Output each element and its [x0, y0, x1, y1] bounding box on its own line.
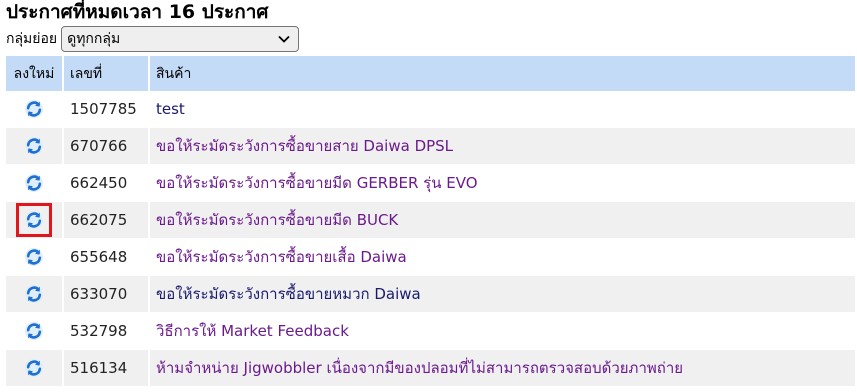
column-header-repost: ลงใหม่ — [6, 56, 64, 91]
product-link[interactable]: ขอให้ระมัดระวังการซื้อขายสาย Daiwa DPSL — [156, 137, 453, 155]
product-cell: ขอให้ระมัดระวังการซื้อขายมีด BUCK — [149, 201, 857, 239]
filter-row: กลุ่มย่อย ดูทุกกลุ่ม — [6, 24, 857, 54]
listing-id: 662075 — [63, 201, 150, 239]
refresh-icon[interactable] — [19, 132, 49, 160]
table-row: 633070 ขอให้ระมัดระวังการซื้อขายหมวก Daiw… — [6, 275, 857, 313]
table-row: 670766 ขอให้ระมัดระวังการซื้อขายสาย Daiwa… — [6, 127, 857, 165]
listing-table: ลงใหม่ เลขที่ สินค้า 1507785 test 670766 ขอ… — [6, 56, 857, 387]
product-cell: ขอให้ระมัดระวังการซื้อขายมีด GERBER รุ่น… — [149, 164, 857, 202]
repost-cell — [6, 238, 64, 276]
table-row: 655648 ขอให้ระมัดระวังการซื้อขายเสื้อ Dai… — [6, 238, 857, 276]
product-cell: ขอให้ระมัดระวังการซื้อขายเสื้อ Daiwa — [149, 238, 857, 276]
product-cell: วิธีการให้ Market Feedback — [149, 312, 857, 350]
refresh-icon[interactable] — [19, 243, 49, 271]
listing-id: 670766 — [63, 127, 150, 165]
refresh-icon[interactable] — [19, 354, 49, 382]
product-link[interactable]: ขอให้ระมัดระวังการซื้อขายมีด BUCK — [156, 211, 398, 229]
product-link[interactable]: วิธีการให้ Market Feedback — [156, 322, 349, 340]
table-row: 662450 ขอให้ระมัดระวังการซื้อขายมีด GERBE… — [6, 164, 857, 202]
table-row: 532798 วิธีการให้ Market Feedback — [6, 312, 857, 350]
product-cell: test — [149, 91, 857, 128]
filter-label: กลุ่มย่อย — [6, 31, 58, 47]
column-header-product: สินค้า — [149, 56, 857, 91]
repost-cell — [6, 201, 64, 239]
group-select[interactable]: ดูทุกกลุ่ม — [61, 26, 300, 52]
product-cell: ห้ามจำหน่าย Jigwobbler เนื่องจากมีของปลอ… — [149, 349, 857, 387]
listing-id: 633070 — [63, 275, 150, 313]
refresh-icon[interactable] — [19, 95, 49, 123]
group-select-value: ดูทุกกลุ่ม — [67, 31, 121, 47]
repost-cell — [6, 164, 64, 202]
repost-cell — [6, 349, 64, 387]
refresh-icon[interactable] — [19, 280, 49, 308]
listing-id: 1507785 — [63, 91, 150, 128]
table-header-row: ลงใหม่ เลขที่ สินค้า — [6, 56, 857, 91]
table-row: 1507785 test — [6, 91, 857, 128]
page-title: ประกาศที่หมดเวลา 16 ประกาศ — [6, 1, 269, 23]
product-link[interactable]: ขอให้ระมัดระวังการซื้อขายหมวก Daiwa — [156, 285, 421, 303]
repost-cell — [6, 91, 64, 128]
column-header-id: เลขที่ — [63, 56, 150, 91]
listing-id: 655648 — [63, 238, 150, 276]
listing-id: 516134 — [63, 349, 150, 387]
refresh-icon[interactable] — [19, 317, 49, 345]
repost-cell — [6, 312, 64, 350]
product-cell: ขอให้ระมัดระวังการซื้อขายหมวก Daiwa — [149, 275, 857, 313]
repost-cell — [6, 127, 64, 165]
table-row: 516134 ห้ามจำหน่าย Jigwobbler เนื่องจากมี… — [6, 349, 857, 387]
listing-id: 532798 — [63, 312, 150, 350]
product-link[interactable]: test — [156, 100, 185, 118]
table-row: 662075 ขอให้ระมัดระวังการซื้อขายมีด BUCK — [6, 201, 857, 239]
page: ประกาศที่หมดเวลา 16 ประกาศ กลุ่มย่อย ดูท… — [6, 0, 857, 387]
refresh-icon[interactable] — [19, 169, 49, 197]
product-link[interactable]: ห้ามจำหน่าย Jigwobbler เนื่องจากมีของปลอ… — [156, 359, 683, 377]
product-link[interactable]: ขอให้ระมัดระวังการซื้อขายเสื้อ Daiwa — [156, 248, 407, 266]
product-cell: ขอให้ระมัดระวังการซื้อขายสาย Daiwa DPSL — [149, 127, 857, 165]
refresh-icon[interactable] — [16, 203, 52, 237]
listing-id: 662450 — [63, 164, 150, 202]
repost-cell — [6, 275, 64, 313]
product-link[interactable]: ขอให้ระมัดระวังการซื้อขายมีด GERBER รุ่น… — [156, 174, 478, 192]
chevron-down-icon — [278, 27, 290, 51]
